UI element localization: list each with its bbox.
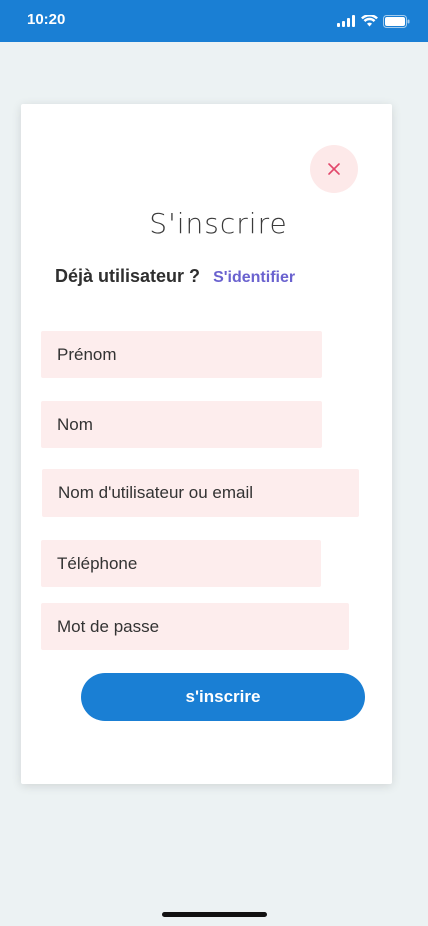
password-field[interactable]: Mot de passe [41, 603, 349, 650]
first-name-field[interactable]: Prénom [41, 331, 322, 378]
home-indicator [162, 912, 267, 917]
username-email-field[interactable]: Nom d'utilisateur ou email [42, 469, 359, 517]
login-link[interactable]: S'identifier [213, 269, 295, 286]
last-name-field[interactable]: Nom [41, 401, 322, 448]
signup-dialog: S'inscrire Déjà utilisateur ? S'identifi… [21, 104, 392, 784]
close-button[interactable] [310, 145, 358, 193]
phone-placeholder: Téléphone [57, 553, 138, 573]
wifi-icon [361, 15, 378, 27]
page-title: S'inscrire [149, 207, 288, 240]
last-name-placeholder: Nom [57, 414, 93, 434]
battery-icon [383, 14, 410, 28]
status-icons [337, 13, 410, 29]
username-email-placeholder: Nom d'utilisateur ou email [58, 483, 254, 502]
status-time: 10:20 [27, 11, 66, 28]
close-icon [328, 163, 340, 175]
signup-button[interactable]: s'inscrire [81, 673, 365, 721]
first-name-placeholder: Prénom [57, 344, 117, 364]
phone-field[interactable]: Téléphone [41, 540, 321, 587]
signal-icon [337, 15, 355, 27]
password-placeholder: Mot de passe [57, 616, 160, 636]
login-question: Déjà utilisateur ? [55, 266, 201, 286]
login-prompt: Déjà utilisateur ? S'identifier [55, 266, 295, 287]
status-bar: 10:20 [0, 0, 428, 42]
